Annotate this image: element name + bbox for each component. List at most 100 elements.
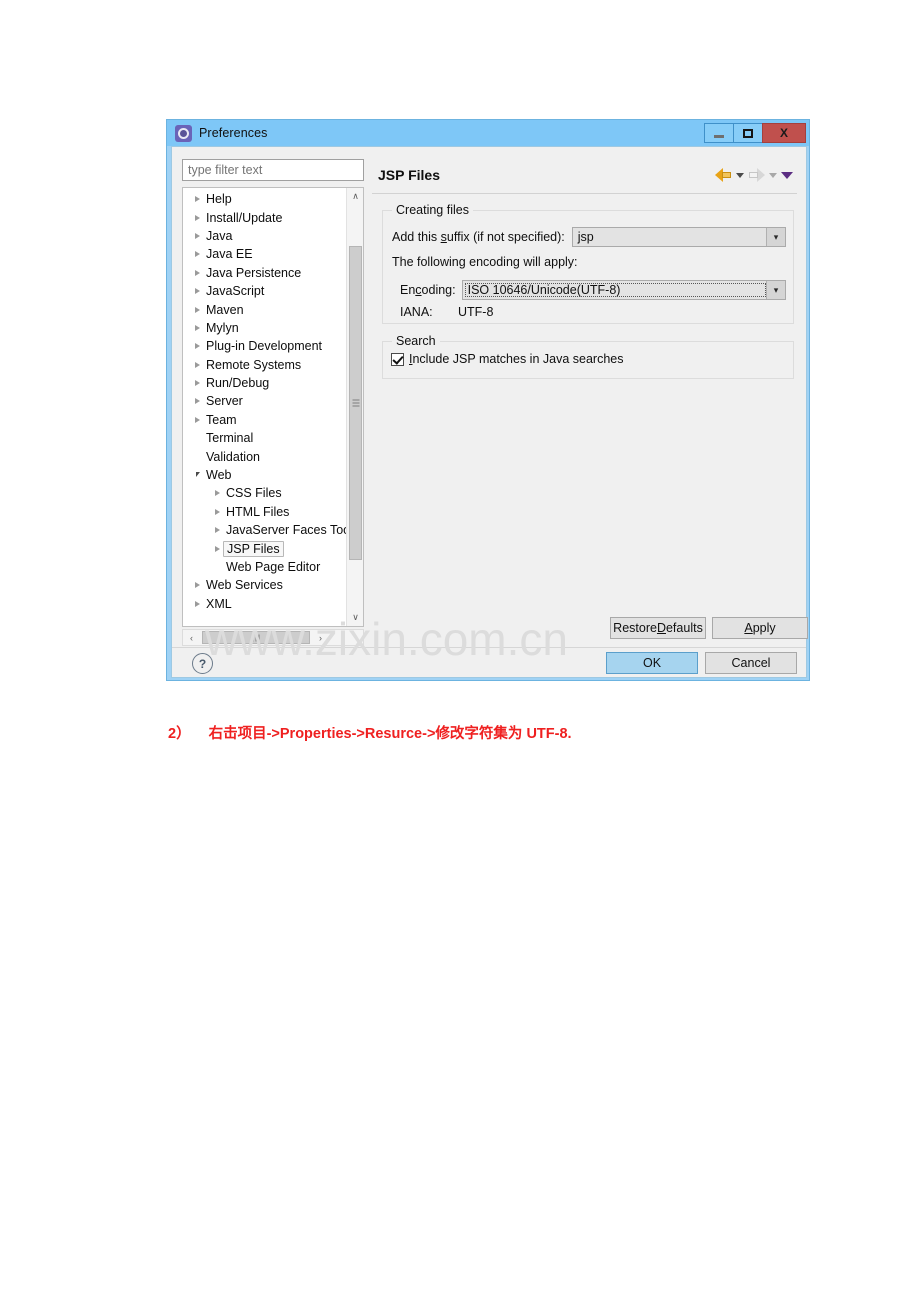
tree-item-label: Install/Update bbox=[206, 210, 283, 225]
chevron-down-icon[interactable]: ▾ bbox=[766, 281, 785, 299]
expand-arrow-right-icon[interactable] bbox=[211, 527, 224, 533]
expand-arrow-right-icon[interactable] bbox=[191, 380, 204, 386]
encoding-value: ISO 10646/Unicode(UTF-8) bbox=[464, 283, 766, 297]
encoding-dropdown[interactable]: ISO 10646/Unicode(UTF-8) ▾ bbox=[461, 280, 786, 300]
scroll-left-icon[interactable]: ‹ bbox=[183, 630, 200, 645]
tree-item-javaserver-faces-too[interactable]: JavaServer Faces Too bbox=[183, 521, 346, 539]
caption-number: 2） bbox=[168, 726, 191, 742]
tree-item-label: Java Persistence bbox=[206, 265, 302, 280]
arrow-forward-icon bbox=[748, 168, 765, 182]
dialog-footer: ? OK Cancel bbox=[172, 648, 806, 677]
tree-item-html-files[interactable]: HTML Files bbox=[183, 503, 346, 521]
apply-button[interactable]: Apply bbox=[712, 617, 808, 639]
expand-arrow-right-icon[interactable] bbox=[191, 233, 204, 239]
ok-button[interactable]: OK bbox=[606, 652, 698, 674]
tree-item-xml[interactable]: XML bbox=[183, 595, 346, 613]
tree-vertical-scrollbar[interactable]: ∧ ∨ bbox=[346, 188, 363, 626]
tree-item-mylyn[interactable]: Mylyn bbox=[183, 319, 346, 337]
expand-arrow-right-icon[interactable] bbox=[191, 398, 204, 404]
filter-input[interactable] bbox=[182, 159, 364, 181]
tree-item-validation[interactable]: Validation bbox=[183, 447, 346, 465]
tree-item-label: Terminal bbox=[206, 431, 254, 446]
close-button[interactable]: X bbox=[762, 123, 806, 143]
expand-arrow-right-icon[interactable] bbox=[191, 362, 204, 368]
suffix-value: jsp bbox=[577, 230, 594, 244]
tree-item-label: Plug-in Development bbox=[206, 339, 323, 354]
forward-history-chevron-down-icon[interactable] bbox=[769, 172, 777, 178]
expand-arrow-right-icon[interactable] bbox=[191, 215, 204, 221]
tree-item-java-persistence[interactable]: Java Persistence bbox=[183, 264, 346, 282]
view-menu-chevron-down-icon[interactable] bbox=[781, 171, 793, 179]
preferences-tree-pane: Help Install/Update Java Java EE Java Persis… bbox=[182, 159, 364, 646]
scroll-right-icon[interactable]: › bbox=[312, 630, 329, 645]
dialog-titlebar: Preferences X bbox=[167, 120, 809, 146]
tree-item-css-files[interactable]: CSS Files bbox=[183, 484, 346, 502]
expand-arrow-right-icon[interactable] bbox=[191, 196, 204, 202]
tree-item-java[interactable]: Java bbox=[183, 227, 346, 245]
tree-item-label: JavaScript bbox=[206, 284, 265, 299]
cancel-button[interactable]: Cancel bbox=[705, 652, 797, 674]
search-group: Search Include JSP matches in Java searc… bbox=[382, 334, 794, 379]
expand-arrow-right-icon[interactable] bbox=[191, 343, 204, 349]
back-history-chevron-down-icon[interactable] bbox=[736, 172, 744, 178]
tree-item-remote-systems[interactable]: Remote Systems bbox=[183, 356, 346, 374]
tree-item-label: Java EE bbox=[206, 247, 253, 262]
tree-item-install-update[interactable]: Install/Update bbox=[183, 208, 346, 226]
encoding-note-row: The following encoding will apply: bbox=[392, 255, 578, 269]
chevron-down-icon[interactable]: ▾ bbox=[766, 228, 785, 246]
suffix-dropdown[interactable]: jsp ▾ bbox=[571, 227, 786, 247]
instruction-caption: 2） 右击项目->Properties->Resurce->修改字符集为 UTF-… bbox=[168, 722, 572, 743]
restore-defaults-button[interactable]: Restore Defaults bbox=[610, 617, 706, 639]
maximize-button[interactable] bbox=[733, 123, 763, 143]
tree-item-jsp-files[interactable]: JSP Files bbox=[183, 539, 346, 557]
expand-arrow-right-icon[interactable] bbox=[191, 601, 204, 607]
tree-item-team[interactable]: Team bbox=[183, 411, 346, 429]
tree-item-label: Team bbox=[206, 412, 237, 427]
tree-item-list: Help Install/Update Java Java EE Java Persis… bbox=[183, 190, 346, 613]
tree-item-help[interactable]: Help bbox=[183, 190, 346, 208]
expand-arrow-right-icon[interactable] bbox=[191, 251, 204, 257]
tree-item-maven[interactable]: Maven bbox=[183, 300, 346, 318]
horizontal-scroll-thumb[interactable] bbox=[202, 631, 310, 644]
tree-item-run-debug[interactable]: Run/Debug bbox=[183, 374, 346, 392]
preferences-tree[interactable]: Help Install/Update Java Java EE Java Persis… bbox=[182, 187, 364, 627]
scroll-up-icon[interactable]: ∧ bbox=[347, 188, 363, 205]
tree-item-javascript[interactable]: JavaScript bbox=[183, 282, 346, 300]
page-header: JSP Files bbox=[372, 157, 797, 194]
expand-arrow-right-icon[interactable] bbox=[191, 270, 204, 276]
tree-item-terminal[interactable]: Terminal bbox=[183, 429, 346, 447]
encoding-note: The following encoding will apply: bbox=[392, 255, 578, 269]
arrow-back-icon[interactable] bbox=[715, 168, 732, 182]
tree-item-web-page-editor[interactable]: Web Page Editor bbox=[183, 558, 346, 576]
tree-item-web-services[interactable]: Web Services bbox=[183, 576, 346, 594]
tree-item-web[interactable]: Web bbox=[183, 466, 346, 484]
expand-arrow-right-icon[interactable] bbox=[191, 582, 204, 588]
include-jsp-matches-row[interactable]: Include JSP matches in Java searches bbox=[391, 352, 623, 366]
help-question-icon[interactable]: ? bbox=[192, 653, 213, 674]
tree-item-server[interactable]: Server bbox=[183, 392, 346, 410]
tree-item-label: Remote Systems bbox=[206, 357, 302, 372]
expand-arrow-right-icon[interactable] bbox=[191, 307, 204, 313]
expand-arrow-right-icon[interactable] bbox=[191, 417, 204, 423]
tree-item-label: Help bbox=[206, 192, 232, 207]
include-jsp-matches-checkbox[interactable] bbox=[391, 352, 404, 366]
tree-item-java-ee[interactable]: Java EE bbox=[183, 245, 346, 263]
expand-arrow-down-icon[interactable] bbox=[191, 474, 204, 477]
expand-arrow-right-icon[interactable] bbox=[211, 490, 224, 496]
expand-arrow-right-icon[interactable] bbox=[191, 325, 204, 331]
expand-arrow-right-icon[interactable] bbox=[191, 288, 204, 294]
tree-horizontal-scrollbar[interactable]: ‹ › bbox=[182, 629, 364, 646]
expand-arrow-right-icon[interactable] bbox=[211, 509, 224, 515]
tree-item-label: Web bbox=[206, 468, 232, 483]
suffix-label: Add this suffix (if not specified): bbox=[392, 230, 565, 244]
preference-page-pane: JSP Files Creating files Add this suffix… bbox=[372, 157, 797, 647]
scroll-down-icon[interactable]: ∨ bbox=[347, 609, 363, 626]
iana-label: IANA: bbox=[400, 305, 433, 319]
tree-item-plug-in-development[interactable]: Plug-in Development bbox=[183, 337, 346, 355]
suffix-row: Add this suffix (if not specified): jsp … bbox=[392, 227, 786, 247]
preferences-gear-icon bbox=[175, 124, 192, 142]
vertical-scroll-thumb[interactable] bbox=[349, 246, 362, 560]
tree-item-label: Maven bbox=[206, 302, 244, 317]
minimize-button[interactable] bbox=[704, 123, 734, 143]
tree-item-label: CSS Files bbox=[226, 486, 282, 501]
